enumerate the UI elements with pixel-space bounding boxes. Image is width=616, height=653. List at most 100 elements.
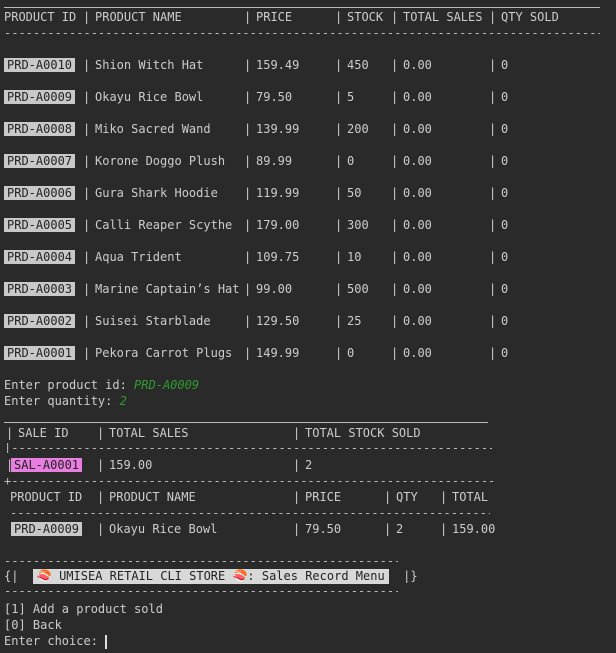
product-total-sales: 0.00 [403,58,432,72]
product-total-sales: 0.00 [403,218,432,232]
product-stock: 300 [347,218,369,232]
header-sale-id: SALE ID [18,426,69,440]
sale-total-sales: 159.00 [109,458,153,472]
product-id-badge: PRD-A0004 [4,250,76,264]
header-divider: ----------------------------------------… [4,28,600,38]
product-price: 109.75 [256,250,300,264]
product-price: 79.50 [256,90,293,104]
sale-id-badge: SAL-A0001 [11,458,83,472]
sale-item-product-name: Okayu Rice Bowl [109,522,218,536]
menu-top-divider: ----------------------------------------… [4,556,398,566]
product-qty-sold: 0 [501,90,509,104]
product-id-badge: PRD-A0007 [4,154,76,168]
product-total-sales: 0.00 [403,314,432,328]
product-name: Suisei Starblade [95,314,211,328]
header-product-id: PRODUCT ID [4,10,77,24]
product-name: Marine Captain’s Hat [95,282,240,296]
product-price: 129.50 [256,314,300,328]
product-qty-sold: 0 [501,218,509,232]
product-id-badge: PRD-A0006 [4,186,76,200]
product-total-sales: 0.00 [403,250,432,264]
product-price: 139.99 [256,122,300,136]
product-id-badge: PRD-A0001 [4,346,76,360]
header-item-product-id: PRODUCT ID [10,490,83,504]
product-id-input-value: PRD-A0009 [134,378,200,392]
sale-table-top-rule [4,422,488,423]
header-total-stock-sold: TOTAL STOCK SOLD [305,426,421,440]
product-price: 149.99 [256,346,300,360]
product-price: 99.00 [256,282,293,296]
terminal-window: PRODUCT ID | PRODUCT NAME | PRICE | STOC… [0,0,616,653]
product-qty-sold: 0 [501,346,509,360]
product-name: Calli Reaper Scythe [95,218,233,232]
product-id-badge: PRD-A0005 [4,218,76,232]
sale-item-price: 79.50 [305,522,342,536]
sale-item-product-id-badge: PRD-A0009 [11,522,83,536]
product-name: Korone Doggo Plush [95,154,226,168]
header-qty-sold: QTY SOLD [501,10,559,24]
header-sale-total-sales: TOTAL SALES [109,426,189,440]
product-name: Miko Sacred Wand [95,122,211,136]
product-qty-sold: 0 [501,154,509,168]
product-price: 89.99 [256,154,293,168]
table-top-rule [4,7,600,8]
choice-prompt-line[interactable]: Enter choice: [4,633,108,649]
product-qty-sold: 0 [501,122,509,136]
product-name: Okayu Rice Bowl [95,90,204,104]
product-id-badge: PRD-A0003 [4,282,76,296]
product-price: 179.00 [256,218,300,232]
product-total-sales: 0.00 [403,346,432,360]
product-id-badge: PRD-A0009 [4,90,76,104]
product-id-badge: PRD-A0010 [4,58,76,72]
product-total-sales: 0.00 [403,90,432,104]
quantity-prompt-line: Enter quantity: 2 [4,393,127,409]
product-stock: 0 [347,346,355,360]
product-stock: 25 [347,314,362,328]
sale-item-header-divider: ----------------------------------------… [10,508,490,518]
choice-prompt: Enter choice: [4,634,106,648]
product-qty-sold: 0 [501,250,509,264]
product-stock: 5 [347,90,355,104]
sale-item-total: 159.00 [452,522,496,536]
product-id-prompt-line: Enter product id: PRD-A0009 [4,377,199,393]
product-qty-sold: 0 [501,314,509,328]
product-name: Gura Shark Hoodie [95,186,218,200]
product-name: Shion Witch Hat [95,58,204,72]
product-stock: 0 [347,154,355,168]
menu-title-line: {| 🍣 UMISEA RETAIL CLI STORE 🍣: Sales Re… [4,569,418,584]
product-stock: 50 [347,186,362,200]
product-stock: 200 [347,122,369,136]
product-stock: 500 [347,282,369,296]
product-stock: 450 [347,58,369,72]
sale-total-stock-sold: 2 [305,458,313,472]
header-item-qty: QTY [396,490,418,504]
product-total-sales: 0.00 [403,282,432,296]
header-total-sales: TOTAL SALES [403,10,483,24]
quantity-input-value: 2 [119,394,127,408]
sale-header-divider: |---------------------------------------… [4,443,492,453]
header-item-product-name: PRODUCT NAME [109,490,196,504]
header-item-total: TOTAL [452,490,489,504]
product-qty-sold: 0 [501,186,509,200]
sale-item-qty: 2 [396,522,404,536]
text-cursor [105,634,108,649]
product-price: 159.49 [256,58,300,72]
product-id-badge: PRD-A0002 [4,314,76,328]
header-product-name: PRODUCT NAME [95,10,182,24]
product-total-sales: 0.00 [403,122,432,136]
product-id-badge: PRD-A0008 [4,122,76,136]
header-item-price: PRICE [305,490,342,504]
menu-option-add-product: [1] Add a product sold [4,602,163,616]
menu-option-back: [0] Back [4,618,62,632]
menu-bottom-divider: ----------------------------------------… [4,586,398,596]
menu-title: 🍣 UMISEA RETAIL CLI STORE 🍣: Sales Recor… [32,569,389,584]
header-price: PRICE [256,10,293,24]
product-qty-sold: 0 [501,282,509,296]
product-total-sales: 0.00 [403,186,432,200]
header-stock: STOCK [347,10,384,24]
sale-row-divider: +---------------------------------------… [4,476,494,486]
product-id-prompt: Enter product id: [4,378,135,392]
product-total-sales: 0.00 [403,154,432,168]
product-price: 119.99 [256,186,300,200]
quantity-prompt: Enter quantity: [4,394,120,408]
